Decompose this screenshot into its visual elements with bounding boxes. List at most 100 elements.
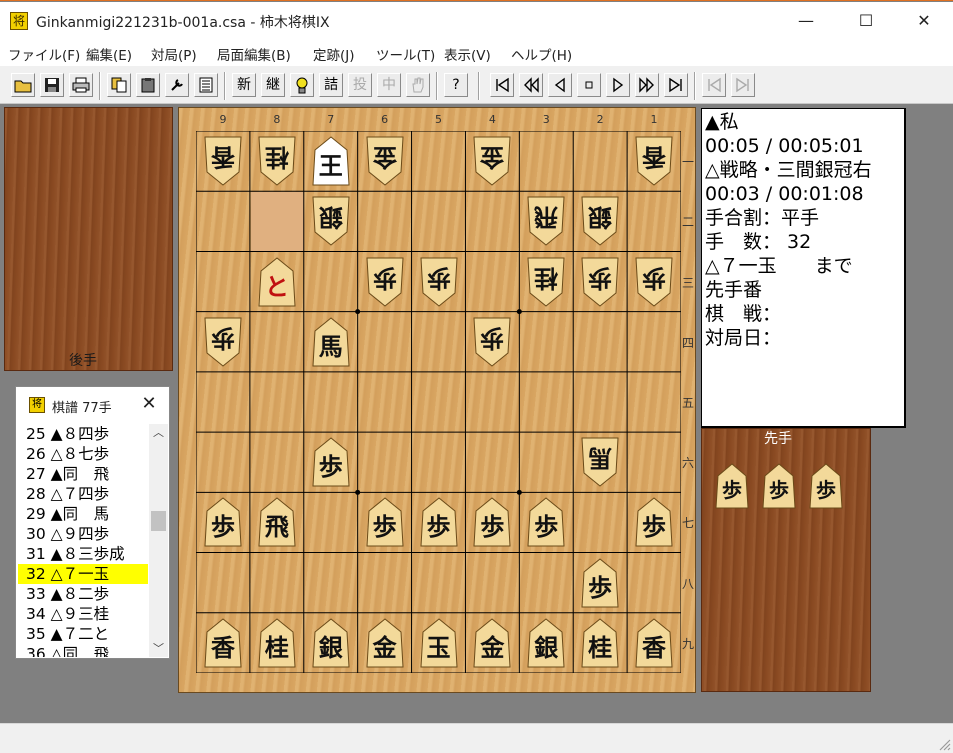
menu-view[interactable]: 表示(V) [444, 44, 491, 64]
back-one-button[interactable] [548, 73, 572, 97]
interrupt-button[interactable]: 中 [377, 73, 401, 97]
paste-button[interactable] [136, 73, 160, 97]
scrollbar-thumb[interactable] [151, 511, 166, 531]
gote-piece[interactable]: 銀 [311, 196, 351, 246]
sente-piece[interactable]: と [257, 256, 297, 307]
sente-piece[interactable]: 歩 [472, 497, 512, 547]
sente-piece[interactable]: 王 [311, 136, 351, 186]
copy-button[interactable] [107, 73, 131, 97]
new-game-button[interactable]: 新 [232, 73, 256, 97]
menu-tools[interactable]: ツール(T) [376, 44, 435, 64]
stop-button[interactable] [577, 73, 601, 97]
sente-piece[interactable]: 金 [365, 618, 405, 668]
gote-piece[interactable]: 歩 [472, 317, 512, 367]
sente-piece[interactable]: 桂 [257, 618, 297, 668]
sente-piece[interactable]: 歩 [311, 437, 351, 487]
kifu-title: 棋譜 77手 [52, 401, 112, 416]
branch-back-button[interactable] [702, 73, 726, 97]
gote-piece[interactable]: 飛 [526, 196, 566, 246]
kifu-move-item[interactable]: 34 △９三桂 [18, 604, 148, 624]
kifu-move-item[interactable]: 25 ▲８四歩 [18, 424, 148, 444]
gote-piece[interactable]: 歩 [634, 257, 674, 307]
sente-piece[interactable]: 歩 [580, 558, 620, 608]
open-file-button[interactable] [11, 73, 35, 97]
back-many-button[interactable] [519, 73, 543, 97]
gote-piece[interactable]: 歩 [365, 257, 405, 307]
sente-piece[interactable]: 歩 [365, 497, 405, 547]
help-button[interactable]: ? [444, 73, 468, 97]
minimize-button[interactable]: — [778, 2, 834, 40]
sente-piece[interactable]: 歩 [419, 497, 459, 547]
kifu-move-item[interactable]: 30 △９四歩 [18, 524, 148, 544]
menu-game[interactable]: 対局(P) [151, 44, 197, 64]
sente-piece[interactable]: 銀 [311, 618, 351, 668]
menu-position-edit[interactable]: 局面編集(B) [217, 44, 291, 64]
menu-edit[interactable]: 編集(E) [86, 44, 132, 64]
settings-button[interactable] [165, 73, 189, 97]
sente-hand-piece[interactable]: 歩 [761, 463, 797, 509]
gote-piece[interactable]: 銀 [580, 196, 620, 246]
maximize-button[interactable]: ☐ [838, 2, 894, 40]
gote-piece[interactable]: 桂 [257, 136, 297, 186]
kifu-move-list[interactable]: 25 ▲８四歩 26 △８七歩 27 ▲同 飛 28 △７四歩 29 ▲同 馬 30 △９… [18, 424, 148, 657]
menu-joseki[interactable]: 定跡(J) [313, 44, 355, 64]
sente-hand-piece[interactable]: 歩 [714, 463, 750, 509]
sente-piece[interactable]: 歩 [203, 497, 243, 547]
gote-piece[interactable]: 金 [472, 136, 512, 186]
close-button[interactable]: ✕ [896, 2, 952, 40]
kifu-move-item[interactable]: 36 △同 飛 [18, 644, 148, 657]
gote-piece[interactable]: 歩 [203, 317, 243, 367]
board-grid[interactable]: 香桂王金金香銀飛銀と歩歩桂歩歩歩馬歩歩馬歩飛歩歩歩歩歩歩香桂銀金玉金銀桂香 [196, 131, 681, 673]
kifu-move-item[interactable]: 35 ▲７二と [18, 624, 148, 644]
sente-hand-piece[interactable]: 歩 [808, 463, 844, 509]
gote-piece[interactable]: 歩 [419, 257, 459, 307]
kifu-move-item[interactable]: 33 ▲８二歩 [18, 584, 148, 604]
resign-button[interactable]: 投 [348, 73, 372, 97]
kifu-scrollbar[interactable]: ︿ ﹀ [149, 424, 168, 657]
resize-grip-icon[interactable] [937, 737, 951, 751]
kifu-move-item[interactable]: 31 ▲８三歩成 [18, 544, 148, 564]
sente-piece[interactable]: 馬 [311, 317, 351, 367]
gote-piece[interactable]: 金 [365, 136, 405, 186]
sente-piece[interactable]: 飛 [257, 497, 297, 547]
gote-piece[interactable]: 歩 [580, 257, 620, 307]
wait-button[interactable] [406, 73, 430, 97]
menu-help[interactable]: ヘルプ(H) [511, 44, 572, 64]
kifu-move-item[interactable]: 27 ▲同 飛 [18, 464, 148, 484]
gote-piece[interactable]: 桂 [526, 257, 566, 307]
hint-button[interactable] [290, 73, 314, 97]
turn: 先手番 [705, 279, 763, 301]
sente-piece[interactable]: 香 [634, 618, 674, 668]
sente-piece[interactable]: 桂 [580, 618, 620, 668]
menu-bar: ファイル(F) 編集(E) 対局(P) 局面編集(B) 定跡(J) ツール(T)… [0, 40, 953, 66]
sente-piece[interactable]: 歩 [634, 497, 674, 547]
first-move-button[interactable] [490, 73, 514, 97]
forward-many-button[interactable] [635, 73, 659, 97]
gote-piece[interactable]: 香 [203, 136, 243, 186]
last-move-button[interactable] [664, 73, 688, 97]
kifu-move-item[interactable]: 29 ▲同 馬 [18, 504, 148, 524]
forward-one-button[interactable] [606, 73, 630, 97]
sente-piece[interactable]: 銀 [526, 618, 566, 668]
continue-game-button[interactable]: 継 [261, 73, 285, 97]
sente-piece[interactable]: 香 [203, 618, 243, 668]
sente-piece-stand[interactable]: 先手 歩 歩 歩 [701, 428, 871, 692]
print-button[interactable] [69, 73, 93, 97]
branch-forward-button[interactable] [731, 73, 755, 97]
save-button[interactable] [40, 73, 64, 97]
scroll-down-icon[interactable]: ﹀ [149, 640, 168, 657]
sente-piece[interactable]: 金 [472, 618, 512, 668]
gote-piece-stand[interactable]: 後手 [4, 107, 173, 371]
sente-piece[interactable]: 歩 [526, 497, 566, 547]
sente-piece[interactable]: 玉 [419, 618, 459, 668]
tsume-button[interactable]: 詰 [319, 73, 343, 97]
kifu-close-button[interactable]: ✕ [136, 392, 162, 416]
kifu-move-item[interactable]: 32 △７一玉 [18, 564, 148, 584]
kifu-move-item[interactable]: 28 △７四歩 [18, 484, 148, 504]
kifu-list-button[interactable] [194, 73, 218, 97]
menu-file[interactable]: ファイル(F) [8, 44, 80, 64]
kifu-move-item[interactable]: 26 △８七歩 [18, 444, 148, 464]
scroll-up-icon[interactable]: ︿ [149, 424, 168, 441]
gote-piece[interactable]: 香 [634, 136, 674, 186]
gote-piece[interactable]: 馬 [580, 437, 620, 487]
